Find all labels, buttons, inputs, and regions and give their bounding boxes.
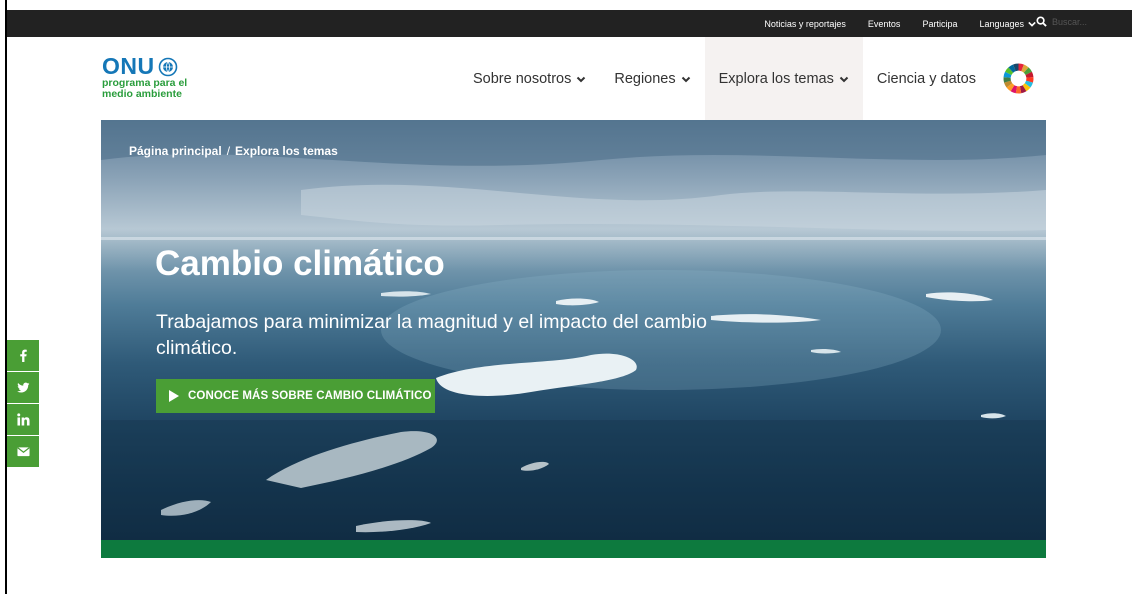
breadcrumb: Página principal / Explora los temas <box>129 144 338 158</box>
breadcrumb-home[interactable]: Página principal <box>129 144 222 158</box>
nav-ciencia-y-datos[interactable]: Ciencia y datos <box>863 37 990 120</box>
main-nav: Sobre nosotros Regiones Explora los tema… <box>459 37 990 120</box>
nav-label: Explora los temas <box>718 70 834 87</box>
hero-banner: Página principal / Explora los temas Cam… <box>101 120 1046 540</box>
facebook-icon <box>19 349 27 362</box>
nav-label: Regiones <box>614 70 676 87</box>
twitter-icon <box>16 382 30 393</box>
share-twitter-button[interactable] <box>7 372 39 403</box>
window-edge <box>0 0 7 594</box>
hero-footer-bar <box>101 540 1046 558</box>
sdg-wheel-icon[interactable] <box>1003 63 1034 94</box>
languages-dropdown[interactable]: Languages <box>979 19 1036 29</box>
chevron-down-icon <box>681 76 690 82</box>
logo-subtitle: programa para el medio ambiente <box>102 78 212 100</box>
nav-label: Ciencia y datos <box>876 70 976 87</box>
share-email-button[interactable] <box>7 436 39 467</box>
learn-more-label: CONOCE MÁS SOBRE CAMBIO CLIMÁTICO <box>188 390 432 402</box>
link-noticias[interactable]: Noticias y reportajes <box>764 19 846 29</box>
search-icon[interactable] <box>1036 16 1047 27</box>
chevron-down-icon <box>577 76 586 82</box>
chevron-down-icon <box>839 76 849 82</box>
nav-regiones[interactable]: Regiones <box>600 37 704 120</box>
link-participa[interactable]: Participa <box>922 19 957 29</box>
utility-links: Noticias y reportajes Eventos Participa … <box>764 10 1036 37</box>
utility-bar: Noticias y reportajes Eventos Participa … <box>7 10 1132 37</box>
search-box <box>1036 16 1122 27</box>
linkedin-icon <box>16 413 30 426</box>
site-header: ONU programa para el medio ambiente Sobr… <box>7 37 1132 120</box>
share-facebook-button[interactable] <box>7 340 39 371</box>
social-share-bar <box>7 340 39 468</box>
breadcrumb-separator: / <box>226 144 231 158</box>
nav-sobre-nosotros[interactable]: Sobre nosotros <box>459 37 600 120</box>
play-icon <box>169 390 179 402</box>
share-linkedin-button[interactable] <box>7 404 39 435</box>
logo-subtitle-line2: medio ambiente <box>102 88 182 100</box>
nav-label: Sobre nosotros <box>473 70 572 87</box>
logo-title: ONU <box>102 53 155 79</box>
email-icon <box>16 447 30 457</box>
languages-label: Languages <box>979 18 1024 29</box>
breadcrumb-current[interactable]: Explora los temas <box>235 144 338 158</box>
hero-description: Trabajamos para minimizar la magnitud y … <box>156 311 707 359</box>
link-eventos[interactable]: Eventos <box>868 19 901 29</box>
chevron-down-icon <box>1028 21 1036 27</box>
unep-logo[interactable]: ONU programa para el medio ambiente <box>102 55 212 100</box>
un-emblem-icon <box>158 57 177 76</box>
search-input[interactable] <box>1052 16 1122 27</box>
nav-explora-los-temas[interactable]: Explora los temas <box>704 37 863 120</box>
page-title: Cambio climático <box>155 244 445 283</box>
learn-more-button[interactable]: CONOCE MÁS SOBRE CAMBIO CLIMÁTICO <box>156 379 435 413</box>
